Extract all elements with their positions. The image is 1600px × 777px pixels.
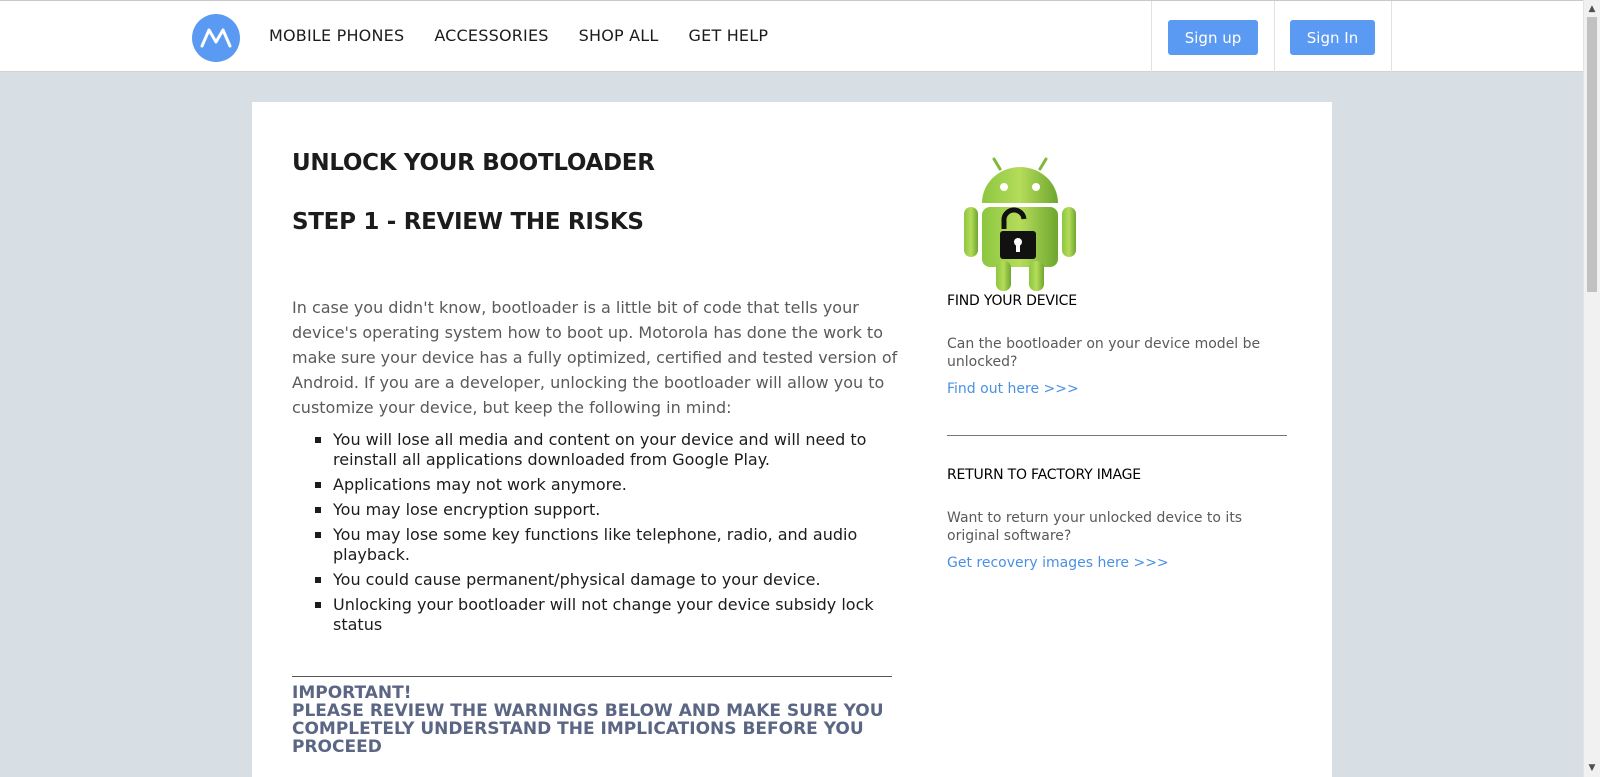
list-item: You may lose encryption support. xyxy=(315,500,893,520)
step-title: STEP 1 - REVIEW THE RISKS xyxy=(292,209,644,235)
content-card: UNLOCK YOUR BOOTLOADER STEP 1 - REVIEW T… xyxy=(252,102,1332,777)
bullet-icon xyxy=(315,437,321,443)
list-item: Unlocking your bootloader will not chang… xyxy=(315,595,893,635)
factory-image-text: Want to return your unlocked device to i… xyxy=(947,510,1243,544)
risk-text: You could cause permanent/physical damag… xyxy=(333,570,821,589)
bullet-icon xyxy=(315,577,321,583)
find-device-link[interactable]: Find out here >>> xyxy=(947,381,1079,397)
bullet-icon xyxy=(315,602,321,608)
site-header: MOBILE PHONES ACCESSORIES SHOP ALL GET H… xyxy=(0,0,1583,73)
page-scrollbar[interactable]: ▲ ▼ xyxy=(1583,0,1600,777)
important-heading: IMPORTANT! xyxy=(292,683,412,703)
list-item: You may lose some key functions like tel… xyxy=(315,525,893,565)
header-divider xyxy=(1391,1,1392,73)
risk-text: Applications may not work anymore. xyxy=(333,475,627,494)
risk-text: You may lose some key functions like tel… xyxy=(333,525,858,564)
android-unlocked-icon xyxy=(960,157,1080,295)
nav-mobile-phones[interactable]: MOBILE PHONES xyxy=(269,26,404,45)
risk-text: You will lose all media and content on y… xyxy=(333,430,867,469)
sidebar-divider xyxy=(947,435,1287,436)
header-divider xyxy=(1151,1,1152,73)
scroll-up-arrow-icon[interactable]: ▲ xyxy=(1587,4,1597,14)
bullet-icon xyxy=(315,482,321,488)
recovery-images-link[interactable]: Get recovery images here >>> xyxy=(947,555,1169,571)
nav-shop-all[interactable]: SHOP ALL xyxy=(579,26,659,45)
important-text: PLEASE REVIEW THE WARNINGS BELOW AND MAK… xyxy=(292,701,884,757)
important-warning: IMPORTANT! PLEASE REVIEW THE WARNINGS BE… xyxy=(292,684,892,756)
scroll-thumb[interactable] xyxy=(1587,17,1597,292)
risk-text: Unlocking your bootloader will not chang… xyxy=(333,595,874,634)
sign-up-button[interactable]: Sign up xyxy=(1168,20,1258,55)
risk-text: You may lose encryption support. xyxy=(333,500,601,519)
sign-in-button[interactable]: Sign In xyxy=(1290,20,1375,55)
find-device-text: Can the bootloader on your device model … xyxy=(947,336,1261,370)
header-divider xyxy=(1274,1,1275,73)
factory-image-title: RETURN TO FACTORY IMAGE xyxy=(947,467,1141,483)
nav-get-help[interactable]: GET HELP xyxy=(689,26,769,45)
motorola-logo-icon[interactable] xyxy=(192,14,240,62)
bullet-icon xyxy=(315,532,321,538)
risk-list: You will lose all media and content on y… xyxy=(315,430,893,640)
list-item: You could cause permanent/physical damag… xyxy=(315,570,893,590)
list-item: You will lose all media and content on y… xyxy=(315,430,893,470)
divider xyxy=(292,676,892,677)
intro-paragraph: In case you didn't know, bootloader is a… xyxy=(292,298,898,417)
find-device-title: FIND YOUR DEVICE xyxy=(947,293,1077,309)
scroll-down-arrow-icon[interactable]: ▼ xyxy=(1587,763,1597,773)
page-title: UNLOCK YOUR BOOTLOADER xyxy=(292,150,655,176)
nav-accessories[interactable]: ACCESSORIES xyxy=(434,26,548,45)
list-item: Applications may not work anymore. xyxy=(315,475,893,495)
main-nav: MOBILE PHONES ACCESSORIES SHOP ALL GET H… xyxy=(269,26,798,45)
bullet-icon xyxy=(315,507,321,513)
motorola-m-icon xyxy=(200,28,232,48)
